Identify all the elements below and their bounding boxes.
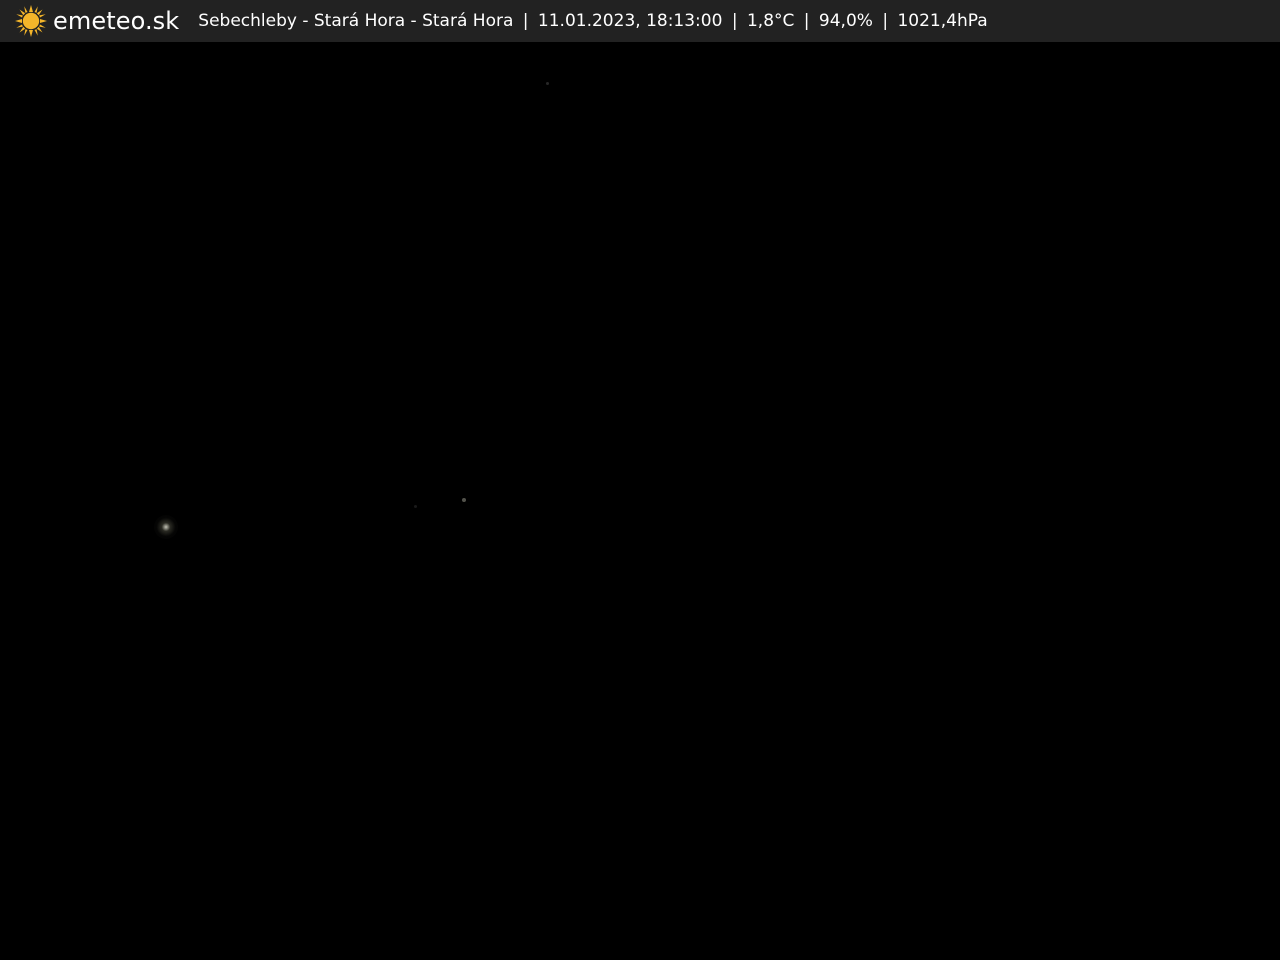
webcam-frame: emeteo.sk Sebechleby - Stará Hora - Star… xyxy=(0,0,1280,960)
separator: | xyxy=(731,10,738,31)
distant-light xyxy=(414,505,417,508)
station-location: Sebechleby - Stará Hora - Stará Hora xyxy=(198,10,514,31)
observation-datetime: 11.01.2023, 18:13:00 xyxy=(537,10,723,31)
pressure-value: 1021,4hPa xyxy=(897,10,988,31)
separator: | xyxy=(882,10,889,31)
separator: | xyxy=(803,10,810,31)
station-info: Sebechleby - Stará Hora - Stará Hora | 1… xyxy=(198,10,988,31)
humidity-value: 94,0% xyxy=(818,10,873,31)
distant-light xyxy=(154,515,178,539)
separator: | xyxy=(522,10,529,31)
brand-name: emeteo.sk xyxy=(53,7,180,35)
distant-light xyxy=(462,498,466,502)
temperature-value: 1,8°C xyxy=(746,10,795,31)
webcam-image xyxy=(0,42,1280,960)
header-bar: emeteo.sk Sebechleby - Stará Hora - Star… xyxy=(0,0,1280,42)
distant-light xyxy=(546,82,549,85)
sun-icon xyxy=(15,5,47,37)
